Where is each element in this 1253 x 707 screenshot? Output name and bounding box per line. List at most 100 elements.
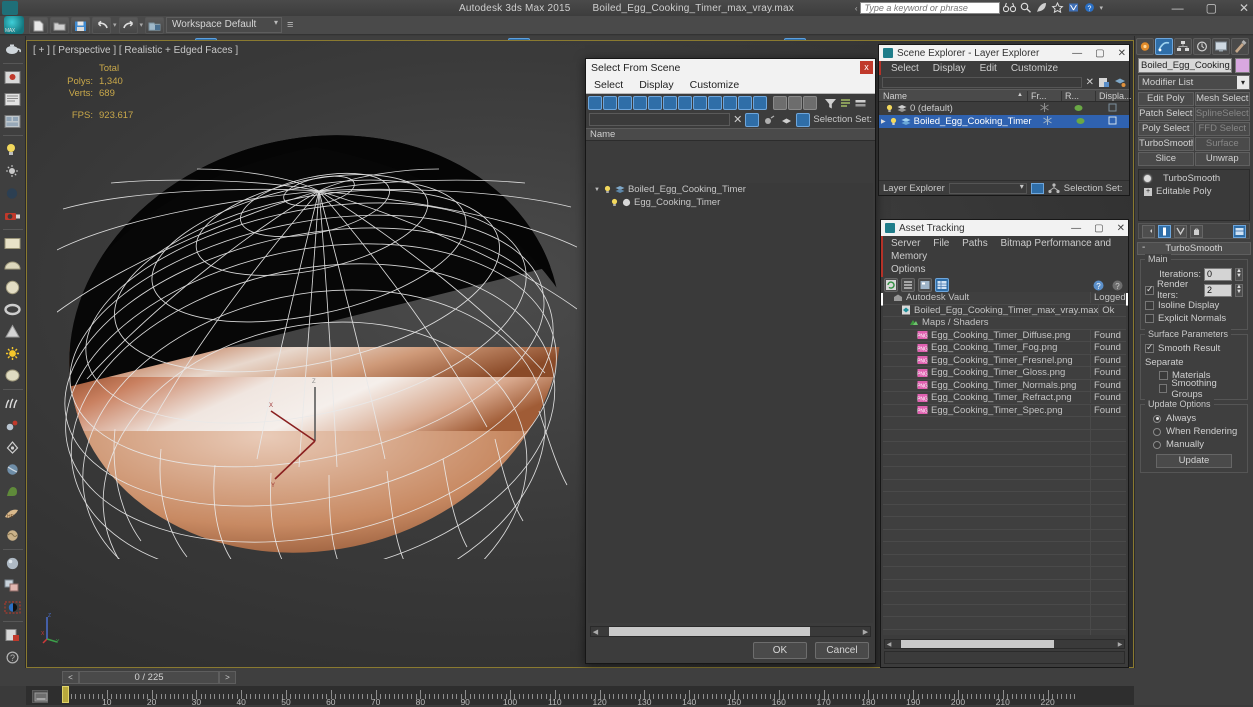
scroll-right-icon[interactable]: ▶ bbox=[1116, 641, 1124, 648]
explicit-normals-checkbox[interactable] bbox=[1145, 314, 1154, 323]
current-frame-field[interactable]: 0 / 225 bbox=[79, 670, 219, 684]
capsule-primitive-icon[interactable] bbox=[2, 365, 24, 386]
row-name-cell[interactable]: ▶ Boiled_Egg_Cooking_Timer bbox=[879, 116, 1032, 127]
display-cell[interactable] bbox=[1095, 102, 1129, 116]
display-bones-filter-icon[interactable] bbox=[708, 95, 722, 110]
smoothing-groups-row[interactable]: Smoothing Groups bbox=[1145, 378, 1243, 400]
maximize-button[interactable]: ▢ bbox=[1206, 1, 1217, 15]
column-display[interactable]: Displa... bbox=[1095, 90, 1132, 101]
pin-stack-icon[interactable] bbox=[1142, 224, 1155, 238]
collapse-all-icon[interactable] bbox=[788, 95, 802, 110]
project-folder-button[interactable] bbox=[145, 16, 165, 34]
open-file-button[interactable] bbox=[50, 16, 69, 34]
grid-view-icon[interactable] bbox=[935, 278, 949, 292]
list-item[interactable]: Egg_Cooking_Timer bbox=[588, 196, 873, 209]
update-always-row[interactable]: Always bbox=[1145, 412, 1243, 425]
update-button[interactable]: Update bbox=[1156, 454, 1232, 468]
table-row[interactable]: PNG Egg_Cooking_Timer_Gloss.png Found bbox=[883, 367, 1126, 380]
modifier-button-spline-select[interactable]: SplineSelect bbox=[1194, 107, 1250, 121]
set-key-button[interactable] bbox=[32, 690, 48, 703]
smooth-result-row[interactable]: Smooth Result bbox=[1145, 342, 1243, 355]
ok-button[interactable]: OK bbox=[753, 642, 807, 659]
help-icon[interactable]: ? bbox=[1083, 2, 1096, 14]
select-from-scene-close-button[interactable]: x bbox=[860, 61, 873, 74]
tab-hierarchy[interactable] bbox=[1174, 37, 1192, 55]
asset-tracking-close-button[interactable]: ✕ bbox=[1117, 223, 1125, 234]
save-file-button[interactable] bbox=[71, 16, 90, 34]
layer-explorer-toggle-icon[interactable] bbox=[1030, 182, 1044, 194]
tab-motion[interactable] bbox=[1193, 37, 1211, 55]
modifier-stack-item-turbosmooth[interactable]: TurboSmooth bbox=[1139, 172, 1249, 185]
light-omni-icon[interactable] bbox=[2, 139, 24, 160]
max-app-menu-icon[interactable] bbox=[4, 16, 24, 34]
select-from-scene-list[interactable]: ▼ Boiled_Egg_Cooking_Timer Egg_Cooking_T… bbox=[588, 183, 873, 623]
row-name-cell[interactable]: Maps / Shaders bbox=[883, 317, 1090, 328]
render-frame-window-icon[interactable] bbox=[2, 67, 24, 88]
asset-menu-server[interactable]: Server bbox=[891, 238, 920, 249]
redo-dropdown-icon[interactable]: ▾ bbox=[140, 21, 144, 29]
scroll-left-icon[interactable]: ◀ bbox=[885, 641, 893, 648]
asset-tracking-minimize-button[interactable]: — bbox=[1071, 223, 1081, 234]
select-from-scene-dialog[interactable]: Select From Scene x Select Display Custo… bbox=[585, 58, 876, 664]
row-name-cell[interactable]: PNG Egg_Cooking_Timer_Fresnel.png bbox=[883, 355, 1090, 366]
display-groups-filter-icon[interactable] bbox=[678, 95, 692, 110]
expand-plus-icon[interactable]: + bbox=[1144, 187, 1152, 196]
modifier-button-mesh-select[interactable]: Mesh Select bbox=[1194, 92, 1250, 106]
table-row[interactable]: PNG Egg_Cooking_Timer_Fog.png Found bbox=[883, 342, 1126, 355]
sort-by-layer-icon[interactable] bbox=[838, 96, 852, 110]
clear-search-icon[interactable]: ✕ bbox=[733, 113, 742, 126]
iterations-spinner-arrows[interactable]: ▲ ▼ bbox=[1235, 267, 1243, 281]
render-cell[interactable] bbox=[1064, 115, 1096, 129]
detail-view-icon[interactable] bbox=[918, 278, 932, 292]
displace-modifier-icon[interactable] bbox=[2, 525, 24, 546]
hair-and-fur-icon[interactable] bbox=[2, 393, 24, 414]
timeline-ruler[interactable]: 10 20 30 40 50 60 70 80 90 100 110 120 130 140 150 160 1… bbox=[26, 686, 1134, 705]
modifier-list-dropdown[interactable]: Modifier List bbox=[1138, 75, 1250, 90]
expand-selected-icon[interactable] bbox=[803, 95, 817, 110]
update-when-rendering-radio[interactable] bbox=[1153, 427, 1161, 436]
column-freeze[interactable]: Fr... bbox=[1027, 90, 1061, 101]
row-name-cell[interactable]: PNG Egg_Cooking_Timer_Diffuse.png bbox=[883, 330, 1090, 341]
display-geometry-filter-icon[interactable] bbox=[588, 95, 602, 110]
display-shapes-filter-icon[interactable] bbox=[603, 95, 617, 110]
search-input[interactable] bbox=[860, 2, 1001, 14]
cone-primitive-icon[interactable] bbox=[2, 321, 24, 342]
display-frozen-filter-icon[interactable] bbox=[753, 95, 767, 110]
table-row[interactable]: PNG Egg_Cooking_Timer_Spec.png Found bbox=[883, 404, 1126, 417]
asset-tracking-rows[interactable]: Autodesk Vault Logged Boiled_Egg_Cooking… bbox=[883, 292, 1126, 635]
next-frame-button[interactable]: > bbox=[219, 670, 236, 684]
tab-modify[interactable] bbox=[1155, 37, 1173, 55]
help-dropdown-arrow-icon[interactable]: ▾ bbox=[1099, 4, 1103, 12]
table-row[interactable]: PNG Egg_Cooking_Timer_Diffuse.png Found bbox=[883, 329, 1126, 342]
undo-dropdown-icon[interactable]: ▾ bbox=[113, 21, 117, 29]
update-manually-row[interactable]: Manually bbox=[1145, 438, 1243, 451]
scroll-thumb[interactable] bbox=[609, 627, 810, 636]
display-columns-icon[interactable] bbox=[853, 96, 867, 110]
star-icon[interactable] bbox=[1051, 1, 1065, 14]
table-row[interactable]: Maps / Shaders bbox=[883, 317, 1126, 330]
scroll-thumb[interactable] bbox=[901, 640, 1054, 648]
rendered-frame-buffer-icon[interactable] bbox=[2, 111, 24, 132]
asset-menu-bitmap-performance[interactable]: Bitmap Performance and Memory bbox=[891, 238, 1111, 262]
scene-explorer-menu-customize[interactable]: Customize bbox=[1011, 63, 1058, 74]
row-name-cell[interactable]: PNG Egg_Cooking_Timer_Fog.png bbox=[883, 342, 1090, 353]
menu-select[interactable]: Select bbox=[594, 79, 623, 91]
table-row[interactable]: Boiled_Egg_Cooking_Timer_max_vray.max Ok bbox=[883, 304, 1126, 317]
row-name-cell[interactable]: PNG Egg_Cooking_Timer_Refract.png bbox=[883, 392, 1090, 403]
torus-primitive-icon[interactable] bbox=[2, 299, 24, 320]
render-cell[interactable] bbox=[1061, 102, 1095, 116]
file-link-manager-icon[interactable] bbox=[2, 625, 24, 646]
table-row[interactable]: ▶ Boiled_Egg_Cooking_Timer bbox=[879, 115, 1129, 128]
configure-modifier-sets-icon[interactable] bbox=[1233, 224, 1246, 238]
render-setup-panel-icon[interactable] bbox=[2, 89, 24, 110]
select-from-scene-search-input[interactable] bbox=[589, 113, 731, 126]
scroll-left-icon[interactable]: ◀ bbox=[591, 628, 600, 636]
uvw-unwrap-icon[interactable] bbox=[2, 597, 24, 618]
modifier-enable-bulb-icon[interactable] bbox=[1144, 175, 1151, 182]
expand-arrow-icon[interactable]: ▼ bbox=[594, 187, 600, 193]
make-unique-icon[interactable] bbox=[1174, 224, 1187, 238]
table-row[interactable]: 0 (default) bbox=[879, 102, 1129, 115]
iterations-spinner[interactable]: 0 bbox=[1204, 267, 1232, 281]
display-cameras-filter-icon[interactable] bbox=[633, 95, 647, 110]
scene-explorer-menu-display[interactable]: Display bbox=[933, 63, 966, 74]
